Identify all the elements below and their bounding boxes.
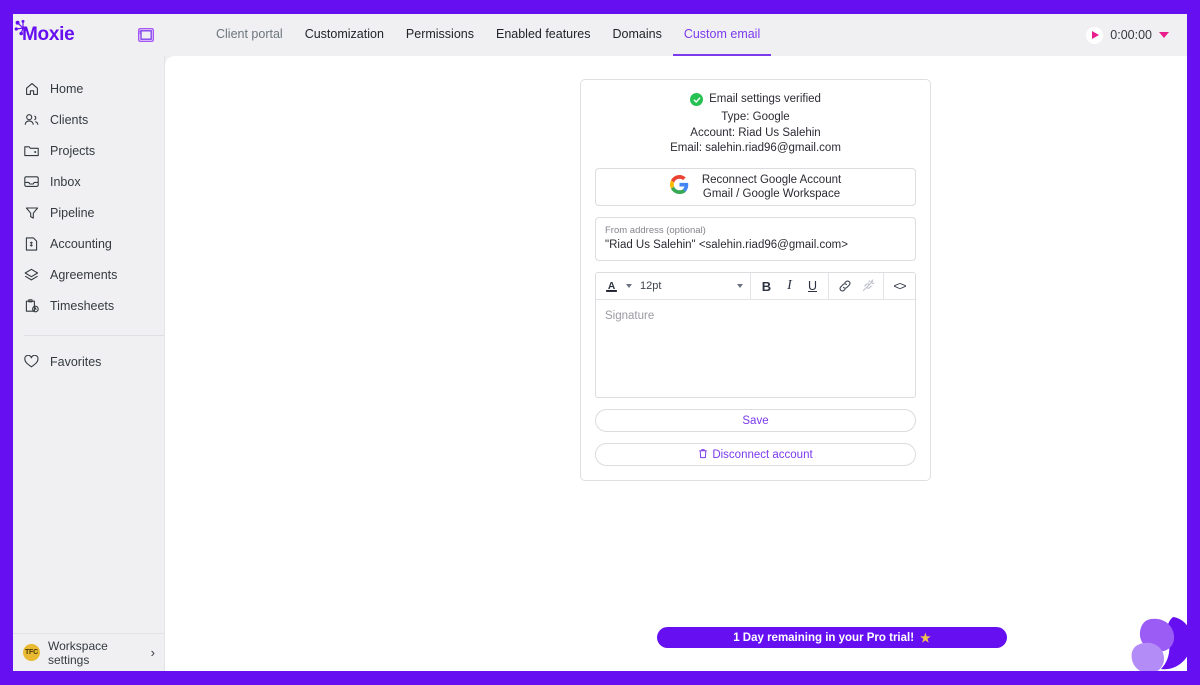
font-size-chevron-down-icon[interactable] (737, 284, 743, 289)
home-icon (24, 81, 39, 96)
content-area: Email settings verified Type: Google Acc… (165, 56, 1187, 671)
code-view-button[interactable]: <> (891, 276, 908, 297)
sidebar-item-clients[interactable]: Clients (13, 104, 164, 135)
unlink-icon[interactable] (859, 276, 876, 297)
sidebar: Home Clients Projects Inbox Pipeline Acc… (13, 56, 165, 671)
signature-editor: A 12pt B I U <> Signature (595, 272, 916, 399)
editor-toolbar-format-group: B I U (751, 273, 829, 300)
tab-customization[interactable]: Customization (294, 14, 395, 56)
save-button-label: Save (742, 414, 769, 427)
google-button-line1: Reconnect Google Account (701, 174, 842, 187)
sidebar-item-label: Timesheets (50, 298, 115, 313)
timer-widget: 0:00:00 (1086, 14, 1169, 56)
link-icon[interactable] (836, 276, 853, 297)
sidebar-item-projects[interactable]: Projects (13, 135, 164, 166)
star-icon: ★ (920, 630, 931, 645)
editor-toolbar-link-group (829, 273, 884, 300)
sidebar-item-label: Inbox (50, 174, 81, 189)
from-address-value[interactable]: "Riad Us Salehin" <salehin.riad96@gmail.… (605, 237, 906, 253)
google-g-icon (669, 175, 689, 199)
help-widget-button[interactable] (1121, 605, 1187, 671)
folder-icon (24, 143, 39, 158)
clipboard-clock-icon (24, 298, 39, 313)
moxie-logo-text: Moxie (14, 19, 75, 46)
sidebar-item-pipeline[interactable]: Pipeline (13, 197, 164, 228)
verified-status-text: Email settings verified (709, 93, 821, 105)
timer-play-button[interactable] (1086, 26, 1104, 44)
custom-email-settings-card: Email settings verified Type: Google Acc… (580, 79, 931, 482)
heart-icon (24, 354, 39, 369)
top-bar: Moxie Client portal Customization Permis… (13, 14, 1187, 56)
tab-custom-email[interactable]: Custom email (672, 14, 772, 56)
pro-trial-banner-text: 1 Day remaining in your Pro trial! (733, 631, 915, 644)
from-address-field[interactable]: From address (optional) "Riad Us Salehin… (595, 217, 916, 262)
users-icon (24, 112, 39, 127)
workspace-avatar: TFC (23, 644, 40, 661)
bold-button[interactable]: B (758, 276, 775, 297)
from-address-label: From address (optional) (605, 225, 706, 237)
chevron-right-icon: › (150, 645, 155, 660)
workspace-settings-label: Workspace settings (48, 638, 108, 667)
document-icon (24, 236, 39, 251)
sidebar-item-favorites[interactable]: Favorites (13, 346, 164, 377)
agreements-icon (24, 267, 39, 282)
account-type-line: Type: Google (721, 111, 790, 124)
pro-trial-banner[interactable]: 1 Day remaining in your Pro trial! ★ (657, 627, 1007, 648)
sidebar-primary-group: Home Clients Projects Inbox Pipeline Acc… (13, 56, 164, 321)
disconnect-account-button[interactable]: Disconnect account (595, 443, 916, 467)
play-icon (1092, 31, 1100, 39)
editor-toolbar-font-group: A 12pt (596, 273, 751, 300)
tab-client-portal[interactable]: Client portal (205, 14, 294, 56)
verified-status: Email settings verified (595, 92, 916, 107)
tab-permissions[interactable]: Permissions (395, 14, 485, 56)
timer-value: 0:00:00 (1110, 28, 1152, 42)
sidebar-toggle-icon (138, 28, 154, 42)
text-color-icon[interactable]: A (603, 276, 620, 297)
sidebar-item-agreements[interactable]: Agreements (13, 259, 164, 290)
italic-button[interactable]: I (781, 276, 798, 297)
editor-toolbar: A 12pt B I U <> (596, 273, 915, 301)
font-size-value[interactable]: 12pt (638, 280, 663, 292)
sidebar-item-label: Home (50, 81, 84, 96)
google-button-labels: Reconnect Google Account Gmail / Google … (702, 173, 841, 201)
inbox-icon (24, 174, 39, 189)
signature-input[interactable]: Signature (596, 300, 915, 397)
sidebar-item-label: Clients (50, 112, 89, 127)
funnel-icon (24, 205, 39, 220)
account-name-line: Account: Riad Us Salehin (690, 126, 821, 139)
check-circle-icon (690, 93, 704, 107)
sidebar-item-label: Accounting (50, 236, 112, 251)
timer-dropdown-icon[interactable] (1159, 32, 1169, 38)
text-color-chevron-down-icon[interactable] (626, 284, 632, 289)
save-button[interactable]: Save (595, 409, 916, 433)
sidebar-item-timesheets[interactable]: Timesheets (13, 290, 164, 321)
tab-domains[interactable]: Domains (602, 14, 673, 56)
logo-sparkle-icon (14, 19, 28, 36)
sidebar-item-label: Projects (50, 143, 96, 158)
help-widget-icon (1131, 617, 1187, 671)
trash-icon (698, 448, 708, 462)
editor-toolbar-code-group: <> (884, 273, 915, 299)
sidebar-item-label: Favorites (50, 354, 102, 369)
settings-tabs: Client portal Customization Permissions … (205, 14, 772, 56)
account-email-line: Email: salehin.riad96@gmail.com (670, 141, 841, 154)
sidebar-divider (24, 335, 164, 336)
app-window: Moxie Client portal Customization Permis… (13, 14, 1187, 671)
sidebar-item-label: Pipeline (50, 205, 95, 220)
sidebar-item-label: Agreements (50, 267, 118, 282)
google-button-line2: Gmail / Google Workspace (702, 188, 841, 201)
sidebar-item-home[interactable]: Home (13, 73, 164, 104)
sidebar-item-inbox[interactable]: Inbox (13, 166, 164, 197)
disconnect-account-label: Disconnect account (712, 448, 813, 461)
sidebar-toggle-button[interactable] (133, 22, 159, 48)
reconnect-google-account-button[interactable]: Reconnect Google Account Gmail / Google … (595, 168, 916, 207)
underline-button[interactable]: U (804, 276, 821, 297)
sidebar-item-accounting[interactable]: Accounting (13, 228, 164, 259)
tab-enabled-features[interactable]: Enabled features (485, 14, 602, 56)
workspace-settings-button[interactable]: TFC Workspace settings › (13, 633, 165, 671)
